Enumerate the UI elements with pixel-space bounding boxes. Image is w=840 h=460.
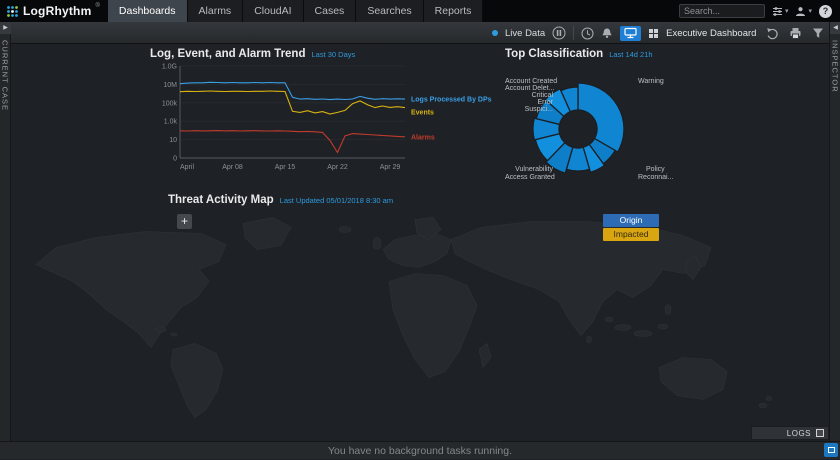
topbar: LogRhythm ® Dashboards Alarms CloudAI Ca… xyxy=(0,0,840,22)
classification-donut-chart[interactable]: Account Created Account Delet... Critica… xyxy=(505,62,655,202)
inspector-rail-label: INSPECTOR xyxy=(831,40,840,93)
sliders-icon xyxy=(772,6,783,16)
threat-map-range: Last Updated 05/01/2018 8:30 am xyxy=(280,196,393,205)
svg-text:Apr 29: Apr 29 xyxy=(380,164,401,171)
inspector-rail[interactable]: ◀ INSPECTOR xyxy=(829,22,840,441)
dashboard-grid-icon[interactable] xyxy=(648,28,659,39)
trend-widget: Log, Event, and Alarm Trend Last 30 Days… xyxy=(150,48,502,188)
svg-text:Apr 15: Apr 15 xyxy=(275,164,296,171)
user-icon xyxy=(795,6,806,17)
task-panel-icon[interactable] xyxy=(824,443,838,457)
classification-widget-title: Top Classification xyxy=(505,48,603,60)
legend-impacted-button[interactable]: Impacted xyxy=(603,228,659,241)
primary-nav: Dashboards Alarms CloudAI Cases Searches… xyxy=(108,0,484,22)
donut-label: Warning xyxy=(638,78,664,85)
donut-label: Access Granted xyxy=(505,174,553,181)
logrhythm-logo[interactable]: LogRhythm ® xyxy=(0,0,108,22)
logo-text: LogRhythm xyxy=(23,4,91,18)
svg-text:1.0G: 1.0G xyxy=(162,64,177,71)
trend-line-chart[interactable]: 0 10 1.0k 100k 10M 1.0G April Apr 08 Apr 15 Apr 2… xyxy=(150,60,502,180)
status-footer: You have no background tasks running. xyxy=(0,441,840,459)
toolbar-center-group: Live Data xyxy=(492,22,756,44)
map-legend: Origin Impacted xyxy=(603,214,659,242)
live-data-dot-icon xyxy=(492,30,498,36)
tab-cases[interactable]: Cases xyxy=(304,0,357,22)
toolbar-divider xyxy=(573,26,574,40)
chevron-down-icon: ▾ xyxy=(785,7,789,15)
threat-map-title: Threat Activity Map xyxy=(168,194,274,206)
chevron-down-icon: ▾ xyxy=(808,7,812,15)
help-icon[interactable]: ? xyxy=(819,5,832,18)
toolbar-right-group xyxy=(766,22,824,44)
tab-alarms[interactable]: Alarms xyxy=(188,0,244,22)
donut-label: Critical xyxy=(505,92,553,99)
background-tasks-message: You have no background tasks running. xyxy=(0,442,840,460)
settings-icon[interactable]: ▾ xyxy=(772,6,789,16)
classification-widget-range[interactable]: Last 14d 21h xyxy=(609,50,652,59)
tab-searches[interactable]: Searches xyxy=(356,0,423,22)
donut-label: Account Delet... xyxy=(505,85,553,92)
donut-label: Account Created xyxy=(505,78,553,85)
svg-text:10: 10 xyxy=(169,137,177,144)
svg-text:Logs Processed By DPs: Logs Processed By DPs xyxy=(411,97,492,104)
donut-label: Reconnai... xyxy=(638,174,673,181)
trend-widget-title: Log, Event, and Alarm Trend xyxy=(150,48,306,60)
dashboard-toolbar: Live Data xyxy=(0,22,840,44)
legend-origin-button[interactable]: Origin xyxy=(603,214,659,227)
user-menu-icon[interactable]: ▾ xyxy=(795,6,812,17)
logs-tray-label: LOGS xyxy=(787,429,811,438)
svg-text:1.0k: 1.0k xyxy=(164,119,178,126)
screen-mode-icon[interactable] xyxy=(620,26,641,41)
svg-text:Apr 08: Apr 08 xyxy=(222,164,243,171)
svg-text:10M: 10M xyxy=(163,82,177,89)
svg-text:100k: 100k xyxy=(162,100,178,107)
svg-text:Apr 22: Apr 22 xyxy=(327,164,348,171)
search-input[interactable] xyxy=(679,4,765,18)
live-data-label: Live Data xyxy=(505,28,545,39)
map-zoom-in-button[interactable]: + xyxy=(177,214,192,229)
svg-text:Events: Events xyxy=(411,110,434,117)
svg-text:0: 0 xyxy=(173,156,177,163)
world-map[interactable] xyxy=(11,208,829,436)
time-range-icon[interactable] xyxy=(581,27,594,40)
classification-widget: Top Classification Last 14d 21h Account … xyxy=(505,48,835,193)
logo-trademark: ® xyxy=(95,3,99,9)
print-icon[interactable] xyxy=(789,27,802,40)
alerts-icon[interactable] xyxy=(601,27,613,39)
donut-label: Suspici... xyxy=(505,106,553,113)
donut-label: Vulnerability xyxy=(505,166,553,173)
trend-widget-range[interactable]: Last 30 Days xyxy=(312,50,356,59)
donut-label: Policy xyxy=(646,166,665,173)
topbar-right: ▾ ▾ ? xyxy=(679,0,840,22)
tab-cloudai[interactable]: CloudAI xyxy=(243,0,303,22)
logs-tray[interactable]: LOGS xyxy=(751,426,829,440)
svg-text:April: April xyxy=(180,164,194,171)
threat-map-widget: Threat Activity Map Last Updated 05/01/2… xyxy=(11,192,829,440)
tab-dashboards[interactable]: Dashboards xyxy=(108,0,188,22)
pause-icon[interactable] xyxy=(552,26,566,40)
undo-icon[interactable] xyxy=(766,27,779,40)
popout-icon[interactable] xyxy=(816,429,824,437)
tab-reports[interactable]: Reports xyxy=(424,0,484,22)
filter-icon[interactable] xyxy=(812,27,824,39)
donut-label: Error xyxy=(505,99,553,106)
svg-text:Alarms: Alarms xyxy=(411,134,435,141)
logrhythm-dots-icon xyxy=(6,5,19,18)
expand-current-case-icon[interactable]: ▶ xyxy=(0,22,11,34)
current-case-rail[interactable]: ▶ CURRENT CASE xyxy=(0,22,11,441)
expand-inspector-icon[interactable]: ◀ xyxy=(830,22,840,34)
current-case-rail-label: CURRENT CASE xyxy=(1,40,10,111)
dashboard-selector[interactable]: Executive Dashboard xyxy=(666,28,756,39)
